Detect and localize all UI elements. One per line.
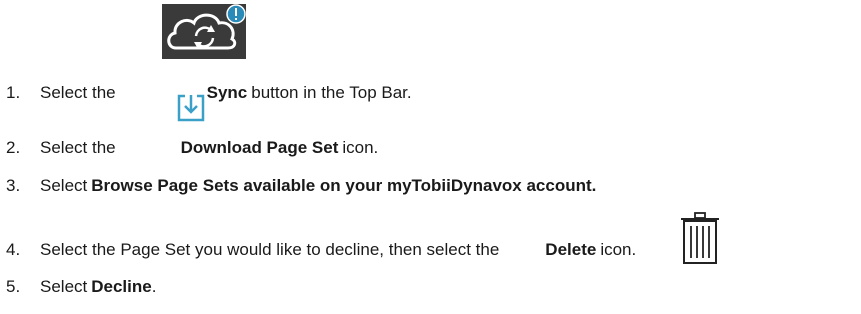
step-number: 4. [6, 240, 21, 259]
step-pre: Select the [40, 138, 116, 157]
step-pre: Select the Page Set you would like to de… [40, 240, 500, 259]
trash-icon [680, 212, 720, 264]
step-number: 2. [6, 138, 21, 157]
step-pre: Select [40, 176, 88, 195]
step-bold: Browse Page Sets available on your myTob… [91, 176, 597, 195]
step-bold: Download Page Set [180, 138, 339, 157]
step-bold: Sync [206, 83, 248, 102]
step-post: icon. [600, 240, 637, 259]
step-post: icon. [342, 138, 379, 157]
step-bold: Decline [91, 277, 152, 296]
step-text: Select Decline . [40, 277, 156, 297]
step-text: Select the Download Page Set icon. [40, 138, 378, 158]
step-number: 3. [6, 176, 21, 195]
step-text: Select the Sync button in the Top Bar. [40, 83, 412, 103]
step-pre: Select [40, 277, 88, 296]
step-post: button in the Top Bar. [251, 83, 412, 102]
step-number: 1. [6, 83, 21, 102]
step-number: 5. [6, 277, 21, 296]
step-text: Select the Page Set you would like to de… [40, 240, 636, 260]
step-post: . [151, 277, 157, 296]
step-pre: Select the [40, 83, 116, 102]
step-text: Select Browse Page Sets available on you… [40, 176, 596, 196]
step-bold: Delete [545, 240, 597, 259]
sync-icon [162, 4, 246, 59]
